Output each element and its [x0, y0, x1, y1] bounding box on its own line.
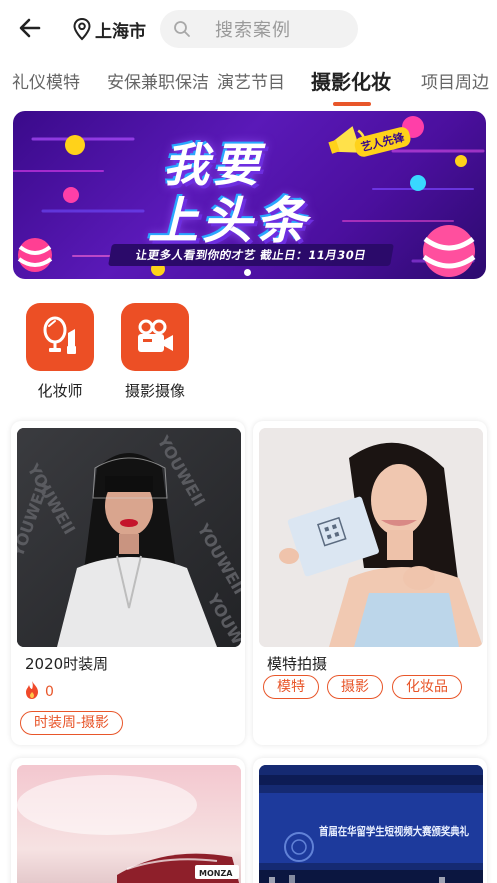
search-icon	[173, 20, 191, 38]
top-bar: 上海市 搜索案例	[0, 0, 497, 58]
tab-performance[interactable]: 演艺节目	[217, 68, 285, 93]
fire-icon	[23, 680, 41, 704]
banner-title-line2: 上头条	[148, 192, 310, 250]
case-photo: MONZA	[17, 765, 241, 883]
category-tabs: 礼仪模特 安保兼职保洁 演艺节目 摄影化妆 项目周边	[0, 60, 497, 106]
mirror-lipstick-icon	[26, 303, 94, 371]
tab-photography-makeup[interactable]: 摄影化妆	[311, 66, 391, 95]
tag-fashion-week-photography[interactable]: 时装周-摄影	[20, 711, 124, 735]
search-placeholder: 搜索案例	[215, 20, 291, 41]
screen: 上海市 搜索案例 礼仪模特 安保兼职保洁 演艺节目 摄影化妆 项目周边 我要 上…	[0, 0, 497, 883]
location-pin-icon	[72, 17, 92, 41]
tag-cosmetics[interactable]: 化妆品	[392, 675, 462, 699]
category-label: 摄影摄像	[124, 382, 185, 400]
case-card-car-show[interactable]: MONZA	[11, 758, 245, 883]
category-photography-video[interactable]: 摄影摄像	[115, 303, 195, 401]
likes-count: 0	[45, 684, 54, 700]
case-title: 2020时装周	[25, 655, 109, 673]
category-label: 化妆师	[37, 382, 83, 400]
case-title: 模特拍摄	[267, 655, 328, 673]
stage-screen-text: 首届在华留学生短视频大赛颁奖典礼	[319, 824, 469, 838]
tab-project-peripherals[interactable]: 项目周边	[421, 68, 489, 93]
tag-photography[interactable]: 摄影	[327, 675, 383, 699]
tab-etiquette-model[interactable]: 礼仪模特	[12, 68, 80, 93]
active-tab-indicator	[333, 102, 371, 106]
carousel-dots	[0, 268, 497, 276]
case-photo: YOUWEII YOUWEII YOUWEII YOUWEII YOUWEII	[17, 428, 241, 647]
case-photo	[259, 428, 483, 647]
case-card-award-ceremony[interactable]: 首届在华留学生短视频大赛颁奖典礼	[253, 758, 487, 883]
city-selector[interactable]: 上海市	[72, 16, 146, 42]
back-arrow-icon[interactable]	[16, 13, 46, 43]
likes-counter: 0	[23, 680, 54, 704]
tag-model[interactable]: 模特	[263, 675, 319, 699]
banner-subline: 让更多人看到你的才艺 截止日：11月30日	[108, 244, 394, 266]
case-card-fashion-week[interactable]: YOUWEII YOUWEII YOUWEII YOUWEII YOUWEII	[11, 421, 245, 745]
promo-banner[interactable]: 我要 上头条 艺人先锋 让更多人看到你的才艺 截止日：11月30日	[13, 111, 486, 279]
search-input[interactable]: 搜索案例	[160, 10, 358, 48]
tab-security-parttime-cleaning[interactable]: 安保兼职保洁	[107, 68, 209, 93]
case-card-model-shoot[interactable]: 模特拍摄 模特 摄影 化妆品	[253, 421, 487, 745]
carousel-dot-active[interactable]	[244, 269, 251, 276]
case-photo: 首届在华留学生短视频大赛颁奖典礼	[259, 765, 483, 883]
category-makeup-artist[interactable]: 化妆师	[20, 303, 100, 401]
car-plate-text: MONZA	[199, 869, 233, 878]
city-name: 上海市	[95, 21, 146, 42]
video-camera-icon	[121, 303, 189, 371]
